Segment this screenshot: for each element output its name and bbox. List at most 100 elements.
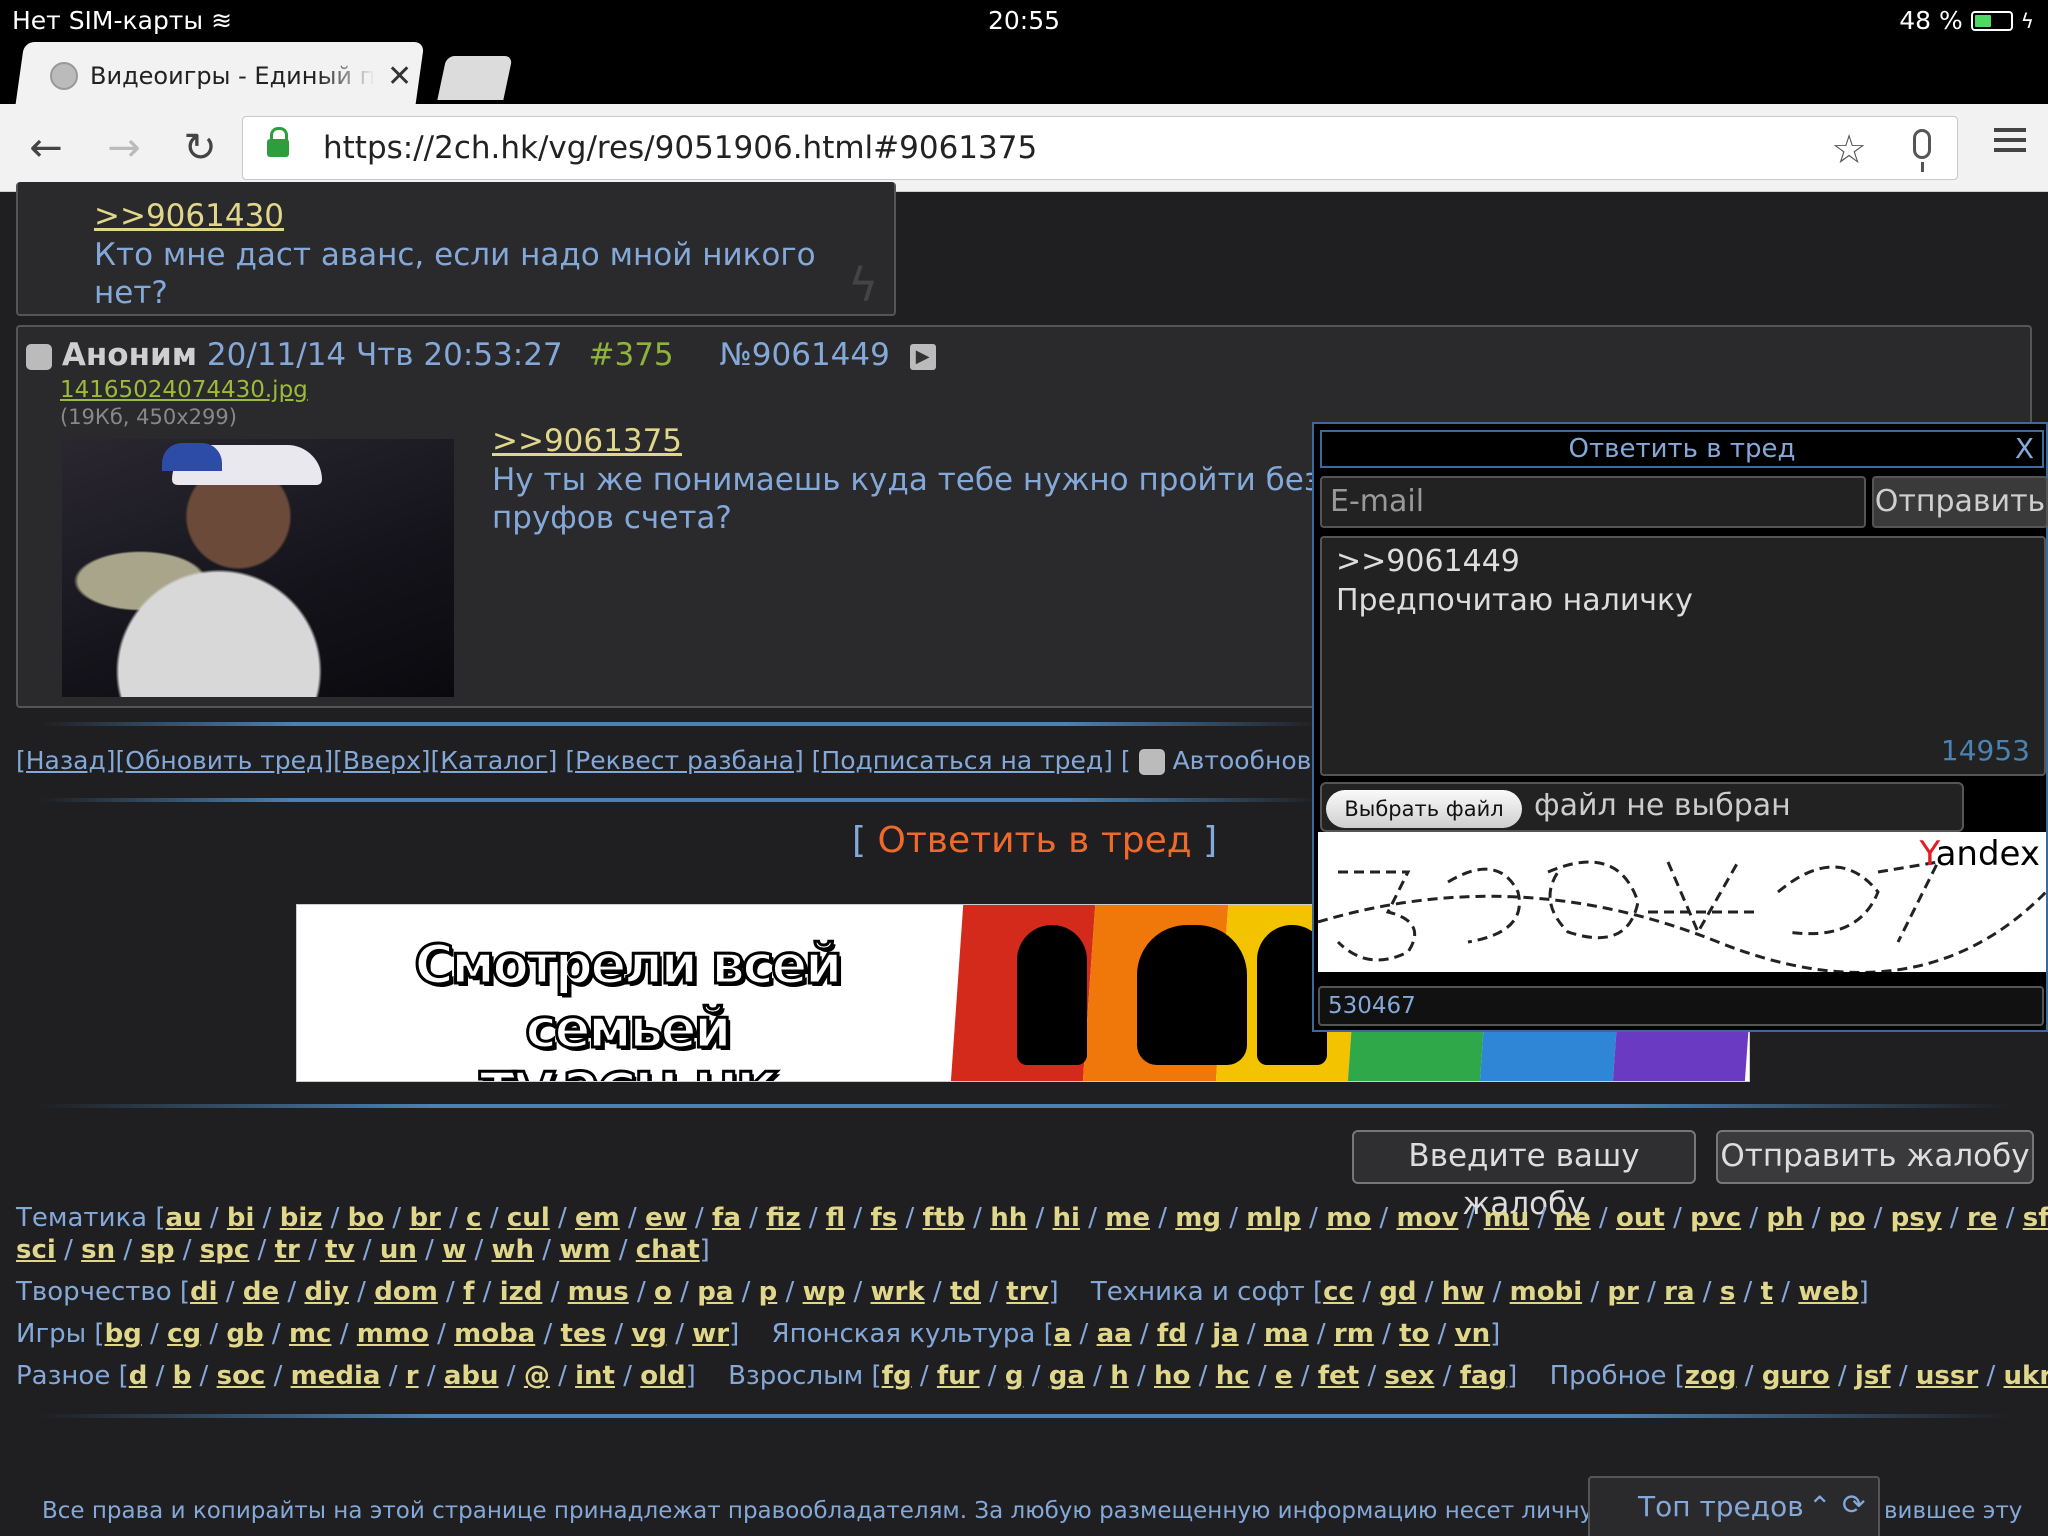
reply-reference[interactable]: >>9061375: [492, 423, 682, 459]
board-link-bi[interactable]: bi: [227, 1203, 255, 1233]
board-link-hc[interactable]: hc: [1216, 1361, 1250, 1391]
board-link-ftb[interactable]: ftb: [923, 1203, 965, 1233]
address-bar[interactable]: https://2ch.hk/vg/res/9051906.html#90613…: [242, 116, 1958, 180]
board-link-p[interactable]: p: [759, 1277, 778, 1307]
board-link-biz[interactable]: biz: [280, 1203, 323, 1233]
board-link-mobi[interactable]: mobi: [1510, 1277, 1582, 1307]
board-link-psy[interactable]: psy: [1891, 1203, 1942, 1233]
top-threads-panel[interactable]: Топ тредов ⌃ ⟳: [1588, 1476, 1880, 1536]
board-link-mlp[interactable]: mlp: [1246, 1203, 1301, 1233]
board-link-tv[interactable]: tv: [325, 1235, 354, 1265]
board-link-f[interactable]: f: [463, 1277, 474, 1307]
board-link-vg[interactable]: vg: [631, 1319, 667, 1349]
board-link-bo[interactable]: bo: [348, 1203, 384, 1233]
board-link-fs[interactable]: fs: [870, 1203, 897, 1233]
menu-icon[interactable]: [1994, 128, 2026, 152]
board-link-mus[interactable]: mus: [568, 1277, 629, 1307]
refresh-icon[interactable]: ⟳: [1842, 1488, 1865, 1521]
board-link-ussr[interactable]: ussr: [1916, 1361, 1978, 1391]
board-link-d[interactable]: d: [129, 1361, 148, 1391]
board-link-chat[interactable]: chat: [636, 1235, 700, 1265]
send-button[interactable]: Отправить: [1872, 476, 2048, 528]
board-link-abu[interactable]: abu: [444, 1361, 499, 1391]
board-link-fl[interactable]: fl: [826, 1203, 845, 1233]
board-link-fet[interactable]: fet: [1318, 1361, 1359, 1391]
board-link-gd[interactable]: gd: [1379, 1277, 1416, 1307]
board-link-fg[interactable]: fg: [882, 1361, 912, 1391]
reload-icon[interactable]: ↻: [174, 122, 226, 174]
board-link-s[interactable]: s: [1720, 1277, 1735, 1307]
board-link-bg[interactable]: bg: [105, 1319, 142, 1349]
board-link-td[interactable]: td: [950, 1277, 981, 1307]
close-form-button[interactable]: X: [2015, 432, 2034, 466]
board-link-guro[interactable]: guro: [1762, 1361, 1830, 1391]
complaint-input[interactable]: Введите вашу жалобу: [1352, 1130, 1696, 1222]
board-link-h[interactable]: h: [1110, 1361, 1129, 1391]
board-link-ja[interactable]: ja: [1212, 1319, 1238, 1349]
board-link-wp[interactable]: wp: [803, 1277, 846, 1307]
post-checkbox[interactable]: [26, 343, 52, 370]
forward-arrow-icon[interactable]: →: [98, 122, 150, 174]
unban-request-link[interactable]: [Реквест разбана]: [565, 746, 803, 775]
board-link-wm[interactable]: wm: [559, 1235, 610, 1265]
board-link-mov[interactable]: mov: [1396, 1203, 1458, 1233]
update-thread-link[interactable]: [Обновить тред]: [116, 746, 334, 775]
board-link-un[interactable]: un: [380, 1235, 417, 1265]
board-link-fag[interactable]: fag: [1460, 1361, 1507, 1391]
file-input[interactable]: Выбрать файл файл не выбран: [1320, 782, 1964, 832]
board-link-ukr[interactable]: ukr: [2004, 1361, 2048, 1391]
board-link-re[interactable]: re: [1967, 1203, 1997, 1233]
board-link-e[interactable]: e: [1275, 1361, 1293, 1391]
board-link-sn[interactable]: sn: [81, 1235, 115, 1265]
board-link-sp[interactable]: sp: [140, 1235, 174, 1265]
reply-thread-link[interactable]: [ Ответить в тред ]: [852, 820, 1217, 861]
board-link-o[interactable]: o: [654, 1277, 672, 1307]
post-image[interactable]: [62, 439, 454, 697]
board-link-de[interactable]: de: [243, 1277, 279, 1307]
board-link-ga[interactable]: ga: [1049, 1361, 1085, 1391]
board-link-trv[interactable]: trv: [1006, 1277, 1048, 1307]
board-link-sf[interactable]: sf: [2023, 1203, 2048, 1233]
board-link-cul[interactable]: cul: [507, 1203, 550, 1233]
reply-reference[interactable]: >>9061430: [94, 198, 284, 234]
board-link-mu[interactable]: mu: [1484, 1203, 1530, 1233]
board-link-diy[interactable]: diy: [304, 1277, 348, 1307]
reply-form-header[interactable]: Ответить в тред X: [1320, 430, 2044, 468]
board-link-cc[interactable]: cc: [1323, 1277, 1354, 1307]
board-link-ma[interactable]: ma: [1264, 1319, 1309, 1349]
board-link-int[interactable]: int: [575, 1361, 615, 1391]
board-link-po[interactable]: po: [1829, 1203, 1865, 1233]
play-icon[interactable]: ▶: [909, 343, 936, 370]
board-link-tr[interactable]: tr: [275, 1235, 300, 1265]
board-link-sci[interactable]: sci: [16, 1235, 56, 1265]
board-link-to[interactable]: to: [1399, 1319, 1429, 1349]
board-link-ra[interactable]: ra: [1664, 1277, 1694, 1307]
board-link-pa[interactable]: pa: [697, 1277, 733, 1307]
board-link-sex[interactable]: sex: [1385, 1361, 1435, 1391]
board-link-rm[interactable]: rm: [1334, 1319, 1374, 1349]
board-link-di[interactable]: di: [190, 1277, 218, 1307]
board-link-media[interactable]: media: [291, 1361, 381, 1391]
board-link-hh[interactable]: hh: [990, 1203, 1027, 1233]
message-textarea[interactable]: >>9061449 Предпочитаю наличку 14953: [1320, 536, 2046, 776]
board-link-me[interactable]: me: [1105, 1203, 1150, 1233]
board-link-at[interactable]: @: [524, 1361, 550, 1391]
board-link-pvc[interactable]: pvc: [1690, 1203, 1741, 1233]
file-link[interactable]: 14165024074430.jpg: [60, 377, 308, 403]
back-link[interactable]: [Назад]: [16, 746, 116, 775]
send-complaint-button[interactable]: Отправить жалобу: [1716, 1130, 2034, 1184]
bookmark-star-icon[interactable]: ☆: [1831, 127, 1867, 173]
board-link-tes[interactable]: tes: [561, 1319, 607, 1349]
board-link-br[interactable]: br: [409, 1203, 440, 1233]
board-link-ph[interactable]: ph: [1766, 1203, 1803, 1233]
board-link-jsf[interactable]: jsf: [1855, 1361, 1891, 1391]
board-link-fd[interactable]: fd: [1157, 1319, 1187, 1349]
board-link-pr[interactable]: pr: [1607, 1277, 1638, 1307]
board-link-fa[interactable]: fa: [712, 1203, 741, 1233]
board-link-t[interactable]: t: [1761, 1277, 1773, 1307]
board-link-vn[interactable]: vn: [1455, 1319, 1490, 1349]
board-link-r[interactable]: r: [406, 1361, 419, 1391]
board-link-spc[interactable]: spc: [200, 1235, 250, 1265]
board-link-aa[interactable]: aa: [1097, 1319, 1132, 1349]
new-tab-button[interactable]: [437, 56, 513, 100]
